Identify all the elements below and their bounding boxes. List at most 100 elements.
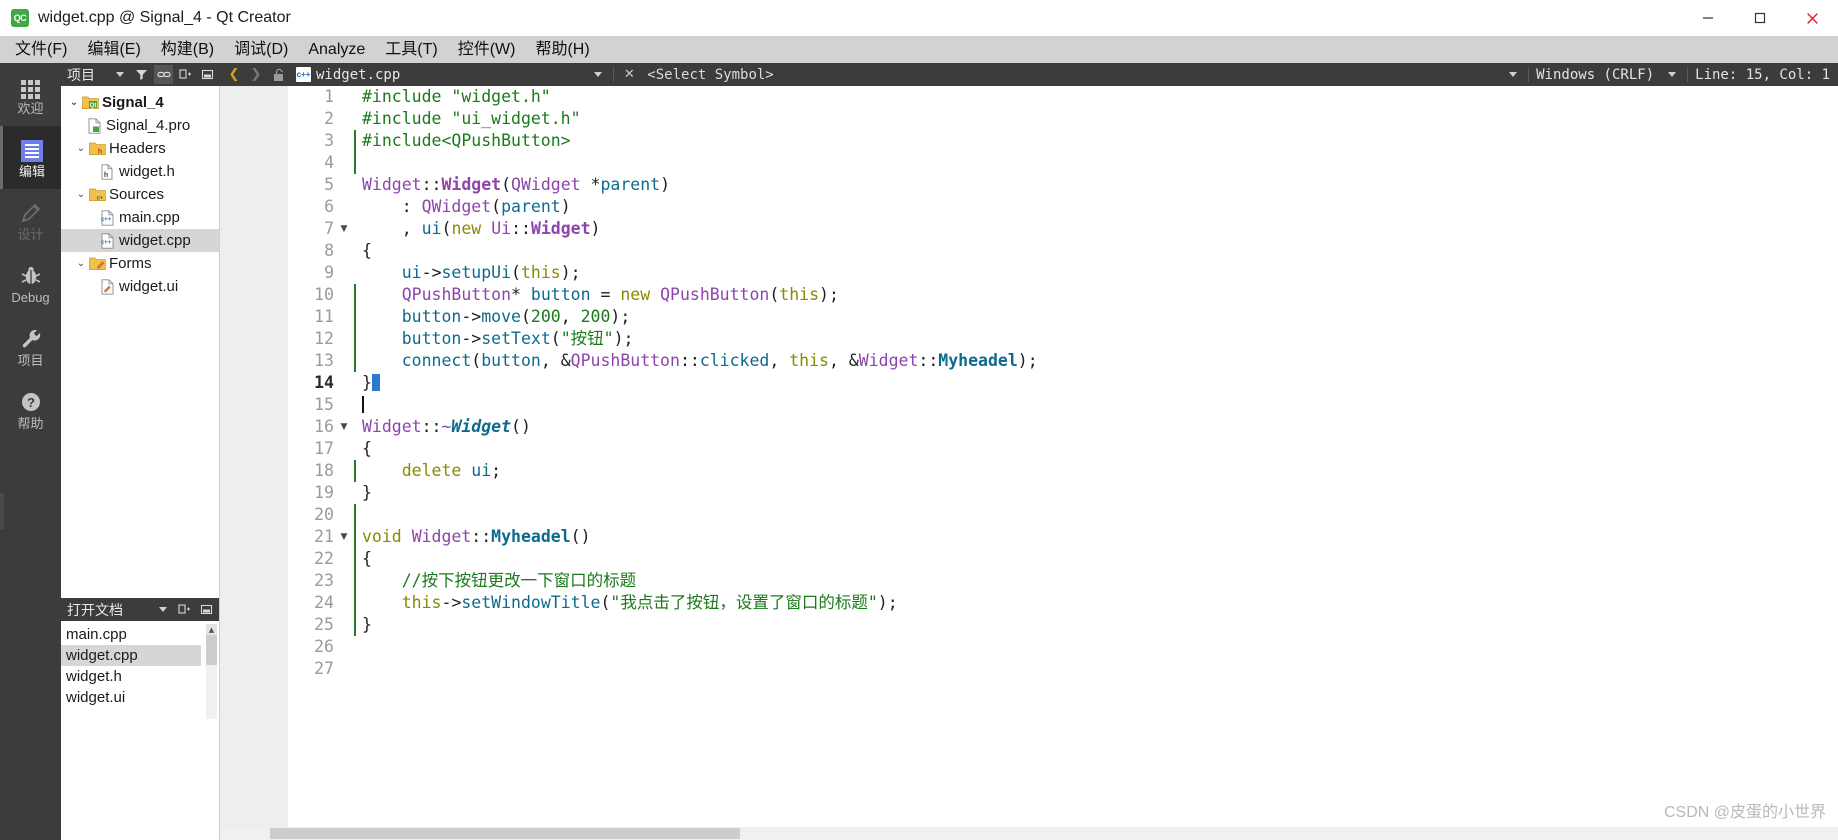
chevron-down-icon[interactable] bbox=[590, 67, 606, 83]
code-line[interactable]: 6 : QWidget(parent) bbox=[288, 196, 1838, 218]
chevron-left-icon[interactable]: ❮ bbox=[226, 67, 242, 83]
code-line[interactable]: 3 #include<QPushButton> bbox=[288, 130, 1838, 152]
chevron-down-icon[interactable] bbox=[1505, 67, 1521, 83]
split-icon[interactable] bbox=[175, 600, 194, 619]
menu-analyze[interactable]: Analyze bbox=[298, 36, 375, 63]
mode-projects[interactable]: 项目 bbox=[0, 315, 61, 378]
line-number: 27 bbox=[314, 659, 334, 678]
tree-item-widget-h[interactable]: h widget.h bbox=[61, 160, 219, 183]
cpp-file-icon: c++ bbox=[98, 232, 116, 249]
code-line[interactable]: 22 { bbox=[288, 548, 1838, 570]
code-line[interactable]: 8{ bbox=[288, 240, 1838, 262]
open-document-main-cpp[interactable]: main.cpp bbox=[61, 624, 219, 645]
chevron-down-icon[interactable]: ⌄ bbox=[74, 143, 88, 154]
chevron-down-icon[interactable]: ⌄ bbox=[67, 97, 81, 108]
symbol-selector[interactable]: <Select Symbol> bbox=[647, 67, 773, 83]
tree-item-main-cpp[interactable]: c++ main.cpp bbox=[61, 206, 219, 229]
chevron-down-icon[interactable] bbox=[153, 600, 172, 619]
code-line[interactable]: 20 bbox=[288, 504, 1838, 526]
code-line[interactable]: 27 bbox=[288, 658, 1838, 680]
chevron-right-icon[interactable]: ❯ bbox=[248, 67, 264, 83]
chevron-down-icon[interactable] bbox=[110, 65, 129, 84]
tree-item-widget-ui[interactable]: widget.ui bbox=[61, 275, 219, 298]
scrollbar-thumb[interactable] bbox=[206, 635, 217, 665]
code-line[interactable]: 14} bbox=[288, 372, 1838, 394]
mode-help[interactable]: ? 帮助 bbox=[0, 378, 61, 441]
change-marker bbox=[354, 570, 356, 592]
tree-item-signal4-pro[interactable]: Signal_4.pro bbox=[61, 114, 219, 137]
collapse-icon[interactable] bbox=[198, 65, 217, 84]
code-line[interactable]: 16 ▼ Widget::~Widget() bbox=[288, 416, 1838, 438]
panel-resize-handle[interactable] bbox=[0, 493, 4, 529]
tree-item-forms-folder[interactable]: ⌄ Forms bbox=[61, 252, 219, 275]
code-line[interactable]: 9 ui->setupUi(this); bbox=[288, 262, 1838, 284]
mode-debug[interactable]: Debug bbox=[0, 252, 61, 315]
menu-file[interactable]: 文件(F) bbox=[5, 36, 77, 63]
open-document-widget-cpp[interactable]: widget.cpp bbox=[61, 645, 201, 666]
close-split-icon[interactable] bbox=[197, 600, 216, 619]
code-text: ui->setupUi(this); bbox=[401, 263, 581, 282]
chevron-down-icon[interactable] bbox=[1664, 67, 1680, 83]
code-line[interactable]: 19} bbox=[288, 482, 1838, 504]
code-line[interactable]: 24 this->setWindowTitle("我点击了按钮，设置了窗口的标题… bbox=[288, 592, 1838, 614]
change-marker bbox=[354, 592, 356, 614]
filter-icon[interactable] bbox=[132, 65, 151, 84]
code-line[interactable]: 13 connect(button, &QPushButton::clicked… bbox=[288, 350, 1838, 372]
code-line[interactable]: 26 bbox=[288, 636, 1838, 658]
code-line[interactable]: 2 #include "ui_widget.h" bbox=[288, 108, 1838, 130]
code-line[interactable]: 23 //按下按钮更改一下窗口的标题 bbox=[288, 570, 1838, 592]
tree-item-headers-folder[interactable]: ⌄ h Headers bbox=[61, 137, 219, 160]
line-ending-selector[interactable]: Windows (CRLF) bbox=[1536, 67, 1654, 83]
mode-design[interactable]: 设计 bbox=[0, 189, 61, 252]
project-tree[interactable]: ⌄ Qt Signal_4 Signal_4.pro ⌄ h Headers h… bbox=[61, 86, 220, 598]
change-marker bbox=[354, 152, 356, 174]
editor-file-name[interactable]: widget.cpp bbox=[316, 67, 400, 83]
mode-edit[interactable]: 编辑 bbox=[0, 126, 61, 189]
menu-help[interactable]: 帮助(H) bbox=[525, 36, 599, 63]
open-document-widget-h[interactable]: widget.h bbox=[61, 666, 219, 687]
code-line[interactable]: 1 #include "widget.h" bbox=[288, 86, 1838, 108]
menu-widgets[interactable]: 控件(W) bbox=[448, 36, 526, 63]
open-document-widget-ui[interactable]: widget.ui bbox=[61, 687, 219, 708]
tree-item-label: Signal_4.pro bbox=[106, 117, 191, 134]
code-line[interactable]: 7 ▼ , ui(new Ui::Widget) bbox=[288, 218, 1838, 240]
close-icon[interactable]: ✕ bbox=[621, 67, 637, 83]
code-text: { bbox=[362, 549, 372, 568]
minimize-button[interactable] bbox=[1682, 0, 1734, 36]
tree-item-signal4-project[interactable]: ⌄ Qt Signal_4 bbox=[61, 91, 219, 114]
menu-debug[interactable]: 调试(D) bbox=[224, 36, 298, 63]
code-line[interactable]: 15 bbox=[288, 394, 1838, 416]
code-line[interactable]: 21 ▼ void Widget::Myheadel() bbox=[288, 526, 1838, 548]
code-line[interactable]: 11 button->move(200, 200); bbox=[288, 306, 1838, 328]
unlocked-icon[interactable] bbox=[270, 67, 286, 83]
code-content-area[interactable]: 1 #include "widget.h" 2 #include "ui_widget… bbox=[288, 86, 1838, 840]
chevron-down-icon[interactable]: ⌄ bbox=[74, 258, 88, 269]
menu-edit[interactable]: 编辑(E) bbox=[77, 36, 150, 63]
code-editor[interactable]: 1 #include "widget.h" 2 #include "ui_widget… bbox=[220, 86, 1838, 840]
code-line[interactable]: 12 button->setText("按钮"); bbox=[288, 328, 1838, 350]
horizontal-scrollbar-thumb[interactable] bbox=[270, 828, 740, 839]
menu-build[interactable]: 构建(B) bbox=[151, 36, 224, 63]
fold-marker[interactable]: ▼ bbox=[338, 218, 350, 240]
code-text: button->move(200, 200); bbox=[401, 307, 631, 326]
menu-tools[interactable]: 工具(T) bbox=[375, 36, 447, 63]
code-line[interactable]: 5 Widget::Widget(QWidget *parent) bbox=[288, 174, 1838, 196]
code-line[interactable]: 18 delete ui; bbox=[288, 460, 1838, 482]
code-line[interactable]: 25} bbox=[288, 614, 1838, 636]
code-line[interactable]: 10 QPushButton* button = new QPushButton… bbox=[288, 284, 1838, 306]
chevron-down-icon[interactable]: ⌄ bbox=[74, 189, 88, 200]
fold-marker[interactable]: ▼ bbox=[338, 526, 350, 548]
cursor-position-indicator[interactable]: Line: 15, Col: 1 bbox=[1695, 67, 1830, 83]
link-icon[interactable] bbox=[154, 65, 173, 84]
close-button[interactable] bbox=[1786, 0, 1838, 36]
fold-marker[interactable]: ▼ bbox=[338, 416, 350, 438]
tree-item-widget-cpp[interactable]: c++ widget.cpp bbox=[61, 229, 219, 252]
tree-item-sources-folder[interactable]: ⌄ c+ Sources bbox=[61, 183, 219, 206]
code-line[interactable]: 17 { bbox=[288, 438, 1838, 460]
scroll-up-icon[interactable]: ▲ bbox=[206, 624, 217, 635]
maximize-button[interactable] bbox=[1734, 0, 1786, 36]
code-line[interactable]: 4 bbox=[288, 152, 1838, 174]
open-documents-list[interactable]: main.cpp widget.cpp widget.h widget.ui ▲ bbox=[61, 621, 219, 719]
expand-all-icon[interactable] bbox=[176, 65, 195, 84]
mode-welcome[interactable]: 欢迎 bbox=[0, 63, 61, 126]
